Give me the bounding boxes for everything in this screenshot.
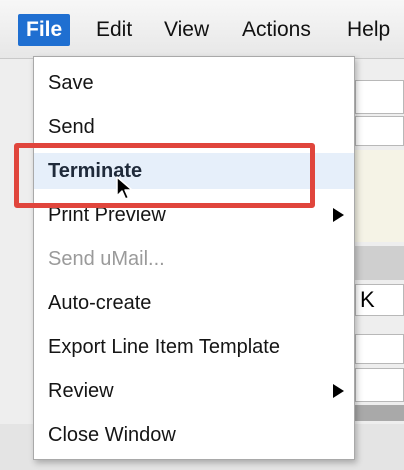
menu-bar: File Edit View Actions Help	[0, 0, 404, 59]
background-panel	[355, 150, 404, 242]
background-field-k[interactable]: K	[355, 284, 404, 316]
menu-item-print-preview[interactable]: Print Preview	[34, 197, 354, 233]
background-field[interactable]	[355, 116, 404, 146]
menu-view[interactable]: View	[156, 14, 217, 46]
background-field-value: K	[360, 287, 375, 312]
menu-item-send-umail: Send uMail...	[48, 248, 165, 270]
background-divider	[355, 405, 404, 421]
menu-item-terminate[interactable]: Terminate	[34, 153, 354, 189]
menu-item-review[interactable]: Review	[34, 373, 354, 409]
background-header	[355, 246, 404, 280]
submenu-arrow-icon	[333, 384, 344, 398]
mouse-cursor-icon	[116, 176, 133, 200]
background-field[interactable]	[355, 334, 404, 364]
file-menu-dropdown: Save Send Terminate Print Preview Send u…	[33, 56, 355, 460]
background-field[interactable]	[355, 80, 404, 114]
menu-edit[interactable]: Edit	[88, 14, 140, 46]
submenu-arrow-icon	[333, 208, 344, 222]
menu-help[interactable]: Help	[339, 14, 398, 46]
menu-item-label: Print Preview	[48, 204, 166, 226]
menu-file[interactable]: File	[18, 14, 71, 46]
background-field[interactable]	[355, 368, 404, 402]
menu-item-label: Review	[48, 380, 114, 402]
menu-item-send[interactable]: Send	[34, 109, 354, 145]
menu-actions[interactable]: Actions	[234, 14, 319, 46]
menu-item-auto-create[interactable]: Auto-create	[34, 285, 354, 321]
menu-item-save[interactable]: Save	[34, 65, 354, 101]
menu-item-export-line-item-template[interactable]: Export Line Item Template	[34, 329, 354, 365]
menu-item-close-window[interactable]: Close Window	[34, 417, 354, 453]
